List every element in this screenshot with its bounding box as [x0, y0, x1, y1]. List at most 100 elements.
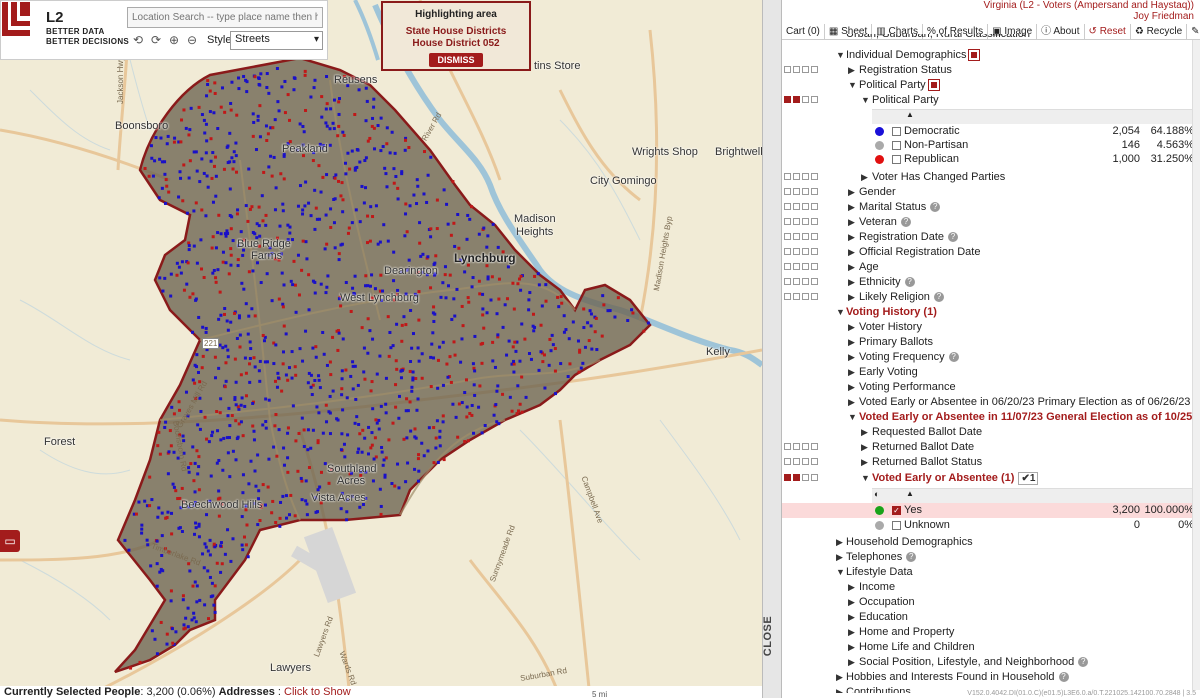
expand-right-icon[interactable]: ▶ [848, 655, 855, 670]
chat-icon[interactable]: ▭ [0, 530, 20, 552]
tree-row-income[interactable]: ▶ Income [782, 580, 1200, 595]
row-controls[interactable] [784, 203, 830, 212]
tree-row-gender[interactable]: ▶ Gender [782, 185, 1200, 200]
expand-right-icon[interactable]: ▶ [836, 670, 843, 685]
map-view[interactable]: Reusens Boonsboro Peakland tins Store Wr… [0, 0, 762, 698]
tree-row-telephones[interactable]: ▶ Telephones? [782, 550, 1200, 565]
row-controls[interactable] [784, 233, 830, 242]
tree-row-religion[interactable]: ▶ Likely Religion? [782, 290, 1200, 305]
close-panel-tab[interactable]: CLOSE [762, 612, 780, 664]
expand-down-icon[interactable]: ▼ [848, 410, 857, 425]
expand-right-icon[interactable]: ▶ [848, 640, 855, 655]
expand-down-icon[interactable]: ▼ [861, 93, 870, 108]
panel-divider[interactable] [762, 0, 782, 698]
tree-row-occupation[interactable]: ▶ Occupation [782, 595, 1200, 610]
expand-down-icon[interactable]: ▼ [836, 305, 845, 320]
expand-right-icon[interactable]: ▶ [848, 580, 855, 595]
tree-row-returned-status[interactable]: ▶ Returned Ballot Status [782, 455, 1200, 470]
dismiss-button[interactable]: DISMISS [429, 53, 483, 67]
expand-down-icon[interactable]: ▼ [836, 565, 845, 580]
row-controls[interactable] [784, 278, 830, 287]
tree-row-marital[interactable]: ▶ Marital Status? [782, 200, 1200, 215]
expand-right-icon[interactable]: ▶ [848, 275, 855, 290]
tree-row-voted-early-nov[interactable]: ▼ Voted Early or Absentee in 11/07/23 Gen… [782, 410, 1200, 425]
zoom-out-icon[interactable]: ⊖ [185, 33, 199, 47]
party-row[interactable]: Democratic 2,054 64.188% [782, 124, 1200, 139]
help-icon[interactable]: ? [900, 217, 911, 228]
party-row[interactable]: Republican 1,000 31.250% [782, 152, 1200, 167]
row-controls[interactable] [784, 66, 830, 75]
tree-row-requested-ballot[interactable]: ▶ Requested Ballot Date [782, 425, 1200, 440]
tree-row-education[interactable]: ▶ Education [782, 610, 1200, 625]
expand-right-icon[interactable]: ▶ [848, 230, 855, 245]
party-checkbox[interactable] [892, 126, 901, 136]
tree-row-household[interactable]: ▶ Household Demographics [782, 535, 1200, 550]
rotate-right-icon[interactable]: ⟳ [149, 33, 163, 47]
tree-row-returned-ballot[interactable]: ▶ Returned Ballot Date [782, 440, 1200, 455]
expand-right-icon[interactable]: ▶ [848, 350, 855, 365]
user-name[interactable]: Joy Friedman [984, 11, 1194, 22]
help-icon[interactable]: ? [930, 202, 941, 213]
sort-up-icon[interactable]: ▲ [906, 110, 914, 119]
help-icon[interactable]: ? [906, 552, 917, 563]
tree-row-hobbies[interactable]: ▶ Hobbies and Interests Found in Househol… [782, 670, 1200, 685]
help-icon[interactable]: ? [904, 277, 915, 288]
tree-row-voter-history[interactable]: ▶ Voter History [782, 320, 1200, 335]
rotate-left-icon[interactable]: ⟲ [131, 33, 145, 47]
tree-row-voting-history[interactable]: ▼ Voting History (1) [782, 305, 1200, 320]
expand-right-icon[interactable]: ▶ [848, 335, 855, 350]
help-icon[interactable]: ? [1078, 657, 1089, 668]
help-icon[interactable]: ? [948, 352, 959, 363]
show-addresses-link[interactable]: Click to Show [284, 686, 351, 698]
expand-right-icon[interactable]: ▶ [848, 610, 855, 625]
row-controls[interactable] [784, 173, 830, 182]
expand-right-icon[interactable]: ▶ [848, 380, 855, 395]
tree-row-age[interactable]: ▶ Age [782, 260, 1200, 275]
party-row[interactable]: Non-Partisan 146 4.563% [782, 138, 1200, 153]
tree-row-political-party[interactable]: ▼ Political Party [782, 78, 1200, 93]
help-icon[interactable]: ? [948, 232, 958, 243]
expand-right-icon[interactable]: ▶ [848, 63, 855, 78]
location-search-input[interactable] [127, 7, 323, 28]
tree-row-individual[interactable]: ▼ Individual Demographics [782, 48, 1200, 63]
party-table-header[interactable]: ▲ [872, 109, 1194, 124]
row-controls[interactable] [784, 96, 830, 105]
map-canvas[interactable] [0, 0, 762, 698]
tree-row-social[interactable]: ▶ Social Position, Lifestyle, and Neighbo… [782, 655, 1200, 670]
row-controls[interactable] [784, 248, 830, 257]
tree-row-lifestyle[interactable]: ▼ Lifestyle Data [782, 565, 1200, 580]
expand-right-icon[interactable]: ▶ [848, 185, 855, 200]
voted-checkbox[interactable]: ✓ [892, 505, 901, 515]
pie-icon[interactable] [927, 79, 940, 92]
expand-right-icon[interactable]: ▶ [861, 440, 868, 455]
voted-checkbox[interactable] [892, 520, 901, 530]
help-icon[interactable]: ? [933, 292, 944, 303]
tree-row-registration-status[interactable]: ▶ Registration Status [782, 63, 1200, 78]
style-select[interactable]: Streets ▾ [230, 31, 323, 50]
expand-right-icon[interactable]: ▶ [848, 215, 855, 230]
row-controls[interactable] [784, 443, 830, 452]
expand-right-icon[interactable]: ▶ [836, 550, 843, 565]
row-controls[interactable] [784, 458, 830, 467]
checkmark-count-badge[interactable]: ✔1 [1018, 472, 1039, 485]
expand-right-icon[interactable]: ▶ [861, 170, 868, 185]
voted-row-unknown[interactable]: Unknown 0 0% [782, 518, 1200, 533]
expand-right-icon[interactable]: ▶ [848, 365, 855, 380]
expand-down-icon[interactable]: ▼ [861, 471, 870, 486]
sort-up-icon[interactable]: ▲ [906, 489, 914, 498]
expand-right-icon[interactable]: ▶ [836, 685, 843, 693]
tree-row-official-registration-date[interactable]: ▶ Official Registration Date [782, 245, 1200, 260]
expand-right-icon[interactable]: ▶ [848, 260, 855, 275]
row-controls[interactable] [784, 474, 830, 483]
tree-row-veteran[interactable]: ▶ Veteran? [782, 215, 1200, 230]
tree-row-urban[interactable]: Urban, Suburban, Rural Classification [782, 34, 1200, 42]
expand-right-icon[interactable]: ▶ [848, 595, 855, 610]
tree-row-voted-early-sub[interactable]: ▼ Voted Early or Absentee (1) ✔1 [782, 471, 1200, 486]
tree-row-voting-performance[interactable]: ▶ Voting Performance [782, 380, 1200, 395]
zoom-in-icon[interactable]: ⊕ [167, 33, 181, 47]
expand-right-icon[interactable]: ▶ [848, 395, 855, 410]
expand-right-icon[interactable]: ▶ [848, 200, 855, 215]
expand-down-icon[interactable]: ▼ [848, 78, 857, 93]
expand-right-icon[interactable]: ▶ [848, 320, 855, 335]
expand-right-icon[interactable]: ▶ [836, 535, 843, 550]
